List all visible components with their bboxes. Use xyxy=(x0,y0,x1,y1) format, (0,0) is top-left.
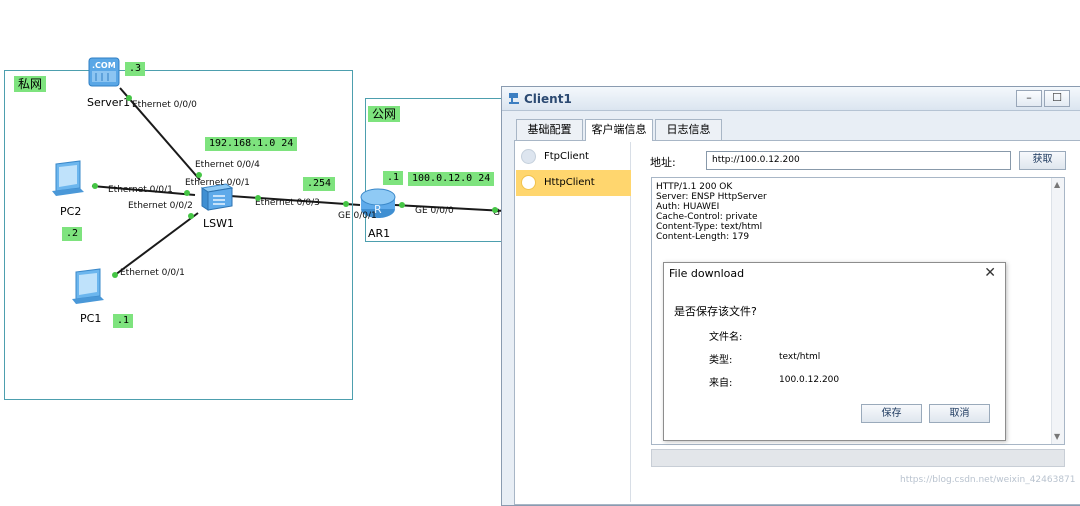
lsw1-name: LSW1 xyxy=(203,217,234,230)
private-subnet-tag: 192.168.1.0 24 xyxy=(205,137,298,151)
port-status-dot xyxy=(112,272,118,278)
server-icon[interactable]: .COM xyxy=(88,55,120,89)
sidebar-item-httpclient[interactable]: HttpClient xyxy=(516,170,631,196)
dialog-question: 是否保存该文件? xyxy=(674,305,757,318)
address-input[interactable]: http://100.0.12.200 xyxy=(706,151,1011,170)
address-label: 地址: xyxy=(650,156,676,169)
pc2-ip-tag: .2 xyxy=(62,227,83,241)
tab-basic-config[interactable]: 基础配置 xyxy=(516,119,583,140)
ar1-wan-ip-tag: .1 xyxy=(383,171,404,185)
response-line: HTTP/1.1 200 OK xyxy=(656,182,733,192)
status-bar xyxy=(651,449,1065,467)
pc1-name: PC1 xyxy=(80,312,102,325)
response-line: Cache-Control: private xyxy=(656,212,758,222)
circle-icon xyxy=(521,175,536,190)
response-line: Content-Length: 179 xyxy=(656,232,750,242)
ar1-name: AR1 xyxy=(368,227,391,240)
tab-client-info[interactable]: 客户端信息 xyxy=(585,119,653,141)
pc1-ip-tag: .1 xyxy=(113,314,134,328)
port-status-dot xyxy=(188,213,194,219)
private-network-label: 私网 xyxy=(14,76,47,92)
response-scrollbar[interactable]: ▲ ▼ xyxy=(1051,178,1064,444)
port-status-dot xyxy=(126,95,132,101)
type-value: text/html xyxy=(779,352,821,362)
port-status-dot xyxy=(492,207,498,213)
type-label: 类型: xyxy=(709,355,733,366)
scroll-up-icon[interactable]: ▲ xyxy=(1054,180,1060,190)
pc2-name: PC2 xyxy=(60,205,82,218)
circle-icon xyxy=(521,149,536,164)
port-status-dot xyxy=(92,183,98,189)
ar1-port-label: GE 0/0/0 xyxy=(415,206,454,216)
dialog-title: File download xyxy=(669,267,745,280)
from-value: 100.0.12.200 xyxy=(779,375,840,385)
fetch-button[interactable]: 获取 xyxy=(1019,151,1066,170)
sidebar-item-label: HttpClient xyxy=(544,177,595,188)
cancel-button[interactable]: 取消 xyxy=(929,404,990,423)
server1-ip-tag: .3 xyxy=(125,62,146,76)
window-titlebar[interactable]: Client1 – ☐ xyxy=(502,87,1080,111)
server1-name: Server1 xyxy=(87,96,131,109)
lsw1-port-label: Ethernet 0/0/3 xyxy=(255,198,320,208)
pc2-port-label: Ethernet 0/0/1 xyxy=(108,185,173,195)
server-icon-text: .COM xyxy=(92,61,116,70)
port-status-dot xyxy=(196,172,202,178)
port-status-dot xyxy=(399,202,405,208)
app-icon xyxy=(508,92,520,105)
ar1-lan-ip-tag: .254 xyxy=(303,177,336,191)
response-line: Content-Type: text/html xyxy=(656,222,763,232)
filename-label: 文件名: xyxy=(709,332,743,343)
sidebar-item-label: FtpClient xyxy=(544,151,589,162)
tab-log-info[interactable]: 日志信息 xyxy=(655,119,722,140)
window-title: Client1 xyxy=(524,92,572,106)
pc-icon[interactable] xyxy=(50,160,90,198)
from-label: 来自: xyxy=(709,378,733,389)
lsw1-port-label: Ethernet 0/0/2 xyxy=(128,201,193,211)
port-status-dot xyxy=(255,195,261,201)
client-sidebar: FtpClient HttpClient xyxy=(516,142,631,502)
watermark: https://blog.csdn.net/weixin_42463871 xyxy=(900,475,1076,485)
port-status-dot xyxy=(184,190,190,196)
ar1-port-label: GE 0/0/1 xyxy=(338,211,377,221)
public-subnet-tag: 100.0.12.0 24 xyxy=(408,172,495,186)
public-network-label: 公网 xyxy=(368,106,401,122)
response-line: Server: ENSP HttpServer xyxy=(656,192,767,202)
sidebar-item-ftpclient[interactable]: FtpClient xyxy=(516,144,631,170)
port-status-dot xyxy=(343,201,349,207)
pc1-port-label: Ethernet 0/0/1 xyxy=(120,268,185,278)
file-download-dialog: File download ✕ 是否保存该文件? 文件名: 类型: text/h… xyxy=(663,262,1006,441)
private-network-area xyxy=(4,70,353,400)
close-icon[interactable]: ✕ xyxy=(984,265,996,281)
scroll-down-icon[interactable]: ▼ xyxy=(1054,432,1060,442)
server1-port-label: Ethernet 0/0/0 xyxy=(132,100,197,110)
response-line: Auth: HUAWEI xyxy=(656,202,720,212)
maximize-button[interactable]: ☐ xyxy=(1044,90,1070,107)
save-button[interactable]: 保存 xyxy=(861,404,922,423)
minimize-button[interactable]: – xyxy=(1016,90,1042,107)
lsw1-port-label: Ethernet 0/0/4 xyxy=(195,160,260,170)
lsw1-port-label: Ethernet 0/0/1 xyxy=(185,178,250,188)
pc-icon[interactable] xyxy=(70,268,110,308)
